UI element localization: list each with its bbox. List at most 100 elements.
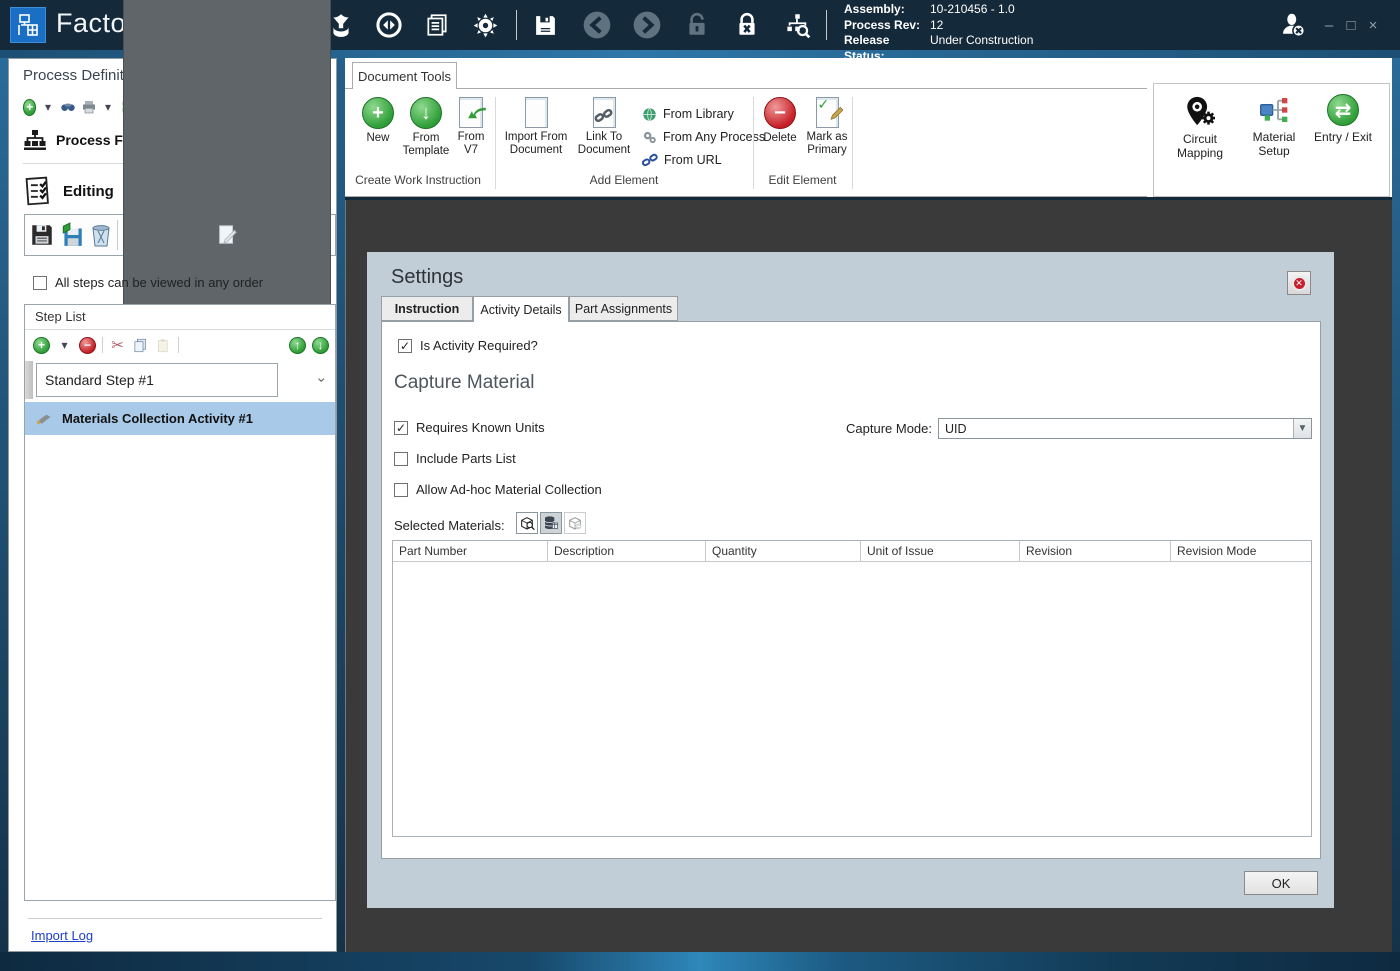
include-parts-list-checkbox[interactable] [394, 452, 408, 466]
import-log-link[interactable]: Import Log [31, 928, 93, 943]
settings-gear-button[interactable] [464, 4, 506, 46]
url-link-icon [642, 152, 658, 168]
column-header[interactable]: Description [548, 541, 706, 561]
material-setup-button[interactable]: Material Setup [1244, 94, 1304, 158]
link-to-document-button[interactable]: Link To Document [573, 97, 635, 157]
assembly-info: Assembly:10-210456 - 1.0 Process Rev:12 … [844, 2, 1033, 64]
is-activity-required-row[interactable]: Is Activity Required? [398, 338, 538, 353]
ribbon-body: + New ↓ From Template From V7 Create Wor… [345, 88, 1147, 197]
activity-details-panel: Is Activity Required? Capture Material R… [381, 321, 1321, 859]
delete-element-button[interactable]: − Delete [757, 97, 803, 145]
allow-adhoc-label: Allow Ad-hoc Material Collection [416, 482, 602, 497]
save-step-icon[interactable] [29, 218, 55, 252]
column-header[interactable]: Revision [1020, 541, 1171, 561]
delete-step-icon[interactable] [89, 218, 113, 252]
requires-known-units-checkbox[interactable] [394, 421, 408, 435]
remove-materials-button [564, 512, 586, 534]
cut-icon[interactable]: ✂ [109, 337, 126, 354]
back-button [576, 4, 618, 46]
from-url-button[interactable]: From URL [642, 149, 722, 171]
divider [25, 329, 335, 330]
collapse-step-icon[interactable]: › [315, 378, 331, 383]
minimize-button[interactable]: – [1318, 14, 1340, 36]
capture-material-heading: Capture Material [394, 372, 534, 394]
move-down-icon[interactable]: ↓ [312, 337, 329, 354]
remove-step-icon[interactable]: − [79, 337, 96, 354]
dialog-close-button[interactable]: ✕ [1287, 271, 1311, 295]
materials-grid: Part Number Description Quantity Unit of… [392, 540, 1312, 837]
circuit-mapping-button[interactable]: Circuit Mapping [1168, 94, 1232, 160]
save-button[interactable] [524, 4, 566, 46]
ok-button[interactable]: OK [1244, 871, 1318, 895]
step-list-title: Step List [35, 309, 86, 324]
include-parts-list-row[interactable]: Include Parts List [394, 451, 516, 466]
close-window-button[interactable]: × [1362, 14, 1384, 36]
from-any-process-button[interactable]: From Any Process [642, 126, 765, 148]
assembly-value: 10-210456 - 1.0 [930, 2, 1015, 18]
document-icon [525, 97, 548, 128]
divider [178, 337, 179, 353]
any-order-checkbox[interactable] [33, 276, 47, 290]
sync-button[interactable] [368, 4, 410, 46]
group-label: Add Element [495, 173, 753, 187]
unlock-button [676, 4, 718, 46]
tab-instruction[interactable]: Instruction [381, 296, 473, 321]
document-link-icon [593, 97, 616, 128]
column-header[interactable]: Revision Mode [1171, 541, 1311, 561]
tab-activity-details[interactable]: Activity Details [473, 296, 569, 322]
is-activity-required-checkbox[interactable] [398, 339, 412, 353]
divider [28, 918, 322, 919]
process-search-button[interactable] [776, 4, 818, 46]
requires-known-units-row[interactable]: Requires Known Units [394, 420, 545, 435]
mark-as-primary-button[interactable]: ✓ Mark as Primary [803, 97, 851, 157]
allow-adhoc-row[interactable]: Allow Ad-hoc Material Collection [394, 482, 602, 497]
move-up-icon[interactable]: ↑ [289, 337, 306, 354]
tab-part-assignments[interactable]: Part Assignments [569, 296, 678, 321]
column-header[interactable]: Unit of Issue [861, 541, 1020, 561]
entry-exit-button[interactable]: ⇄ Entry / Exit [1306, 94, 1380, 144]
from-library-button[interactable]: From Library [642, 103, 734, 125]
download-icon: ↓ [410, 97, 442, 129]
add-step-icon[interactable]: + [33, 337, 50, 354]
process-flow-icon [23, 128, 47, 152]
maximize-button[interactable]: □ [1340, 14, 1362, 36]
group-label: Edit Element [753, 173, 852, 187]
drag-handle[interactable] [25, 361, 33, 399]
new-instruction-button[interactable]: + New [355, 97, 401, 145]
capture-mode-select[interactable]: UID ▼ [938, 418, 1312, 439]
add-dropdown-icon[interactable]: ▾ [41, 99, 54, 116]
column-header[interactable]: Quantity [706, 541, 861, 561]
document-check-icon: ✓ [816, 97, 839, 128]
add-icon[interactable]: + [23, 99, 36, 116]
tab-document-tools[interactable]: Document Tools [352, 62, 457, 89]
step-row[interactable]: Standard Step #1 › [25, 361, 335, 399]
step-name-field[interactable]: Standard Step #1 [36, 363, 278, 397]
lock-revision-button[interactable] [726, 4, 768, 46]
any-order-checkbox-row[interactable]: All steps can be viewed in any order [33, 275, 263, 290]
chevron-down-icon[interactable]: ▼ [1293, 419, 1311, 438]
import-step-icon[interactable] [59, 218, 85, 252]
copy-icon[interactable] [132, 337, 149, 354]
gears-icon [642, 130, 657, 145]
import-from-document-button[interactable]: Import From Document [502, 97, 570, 157]
ribbon: Document Tools + New ↓ From Template Fro… [345, 58, 1392, 197]
search-materials-button[interactable] [516, 512, 538, 534]
document-arrow-icon [459, 97, 483, 128]
column-header[interactable]: Part Number [393, 541, 548, 561]
from-template-button[interactable]: ↓ From Template [401, 97, 451, 158]
print-dropdown-icon[interactable]: ▾ [102, 99, 115, 116]
editing-checklist-icon [25, 176, 53, 206]
logout-user-button[interactable] [1272, 4, 1314, 46]
activity-row-selected[interactable]: Materials Collection Activity #1 [25, 402, 335, 435]
from-v7-button[interactable]: From V7 [451, 97, 491, 157]
allow-adhoc-checkbox[interactable] [394, 483, 408, 497]
find-icon[interactable] [60, 99, 76, 116]
reports-button[interactable] [416, 4, 458, 46]
add-materials-from-database-button[interactable] [540, 512, 562, 534]
window-frame-bottom [0, 952, 1400, 971]
process-definition-panel: Process Definition + ▾ ▾ ▾ ▾ ↻ − Process… [8, 58, 337, 952]
paste-icon [155, 337, 172, 354]
add-step-dropdown-icon[interactable]: ▾ [56, 337, 73, 354]
print-icon[interactable] [81, 99, 97, 116]
process-rev-value: 12 [930, 18, 943, 34]
